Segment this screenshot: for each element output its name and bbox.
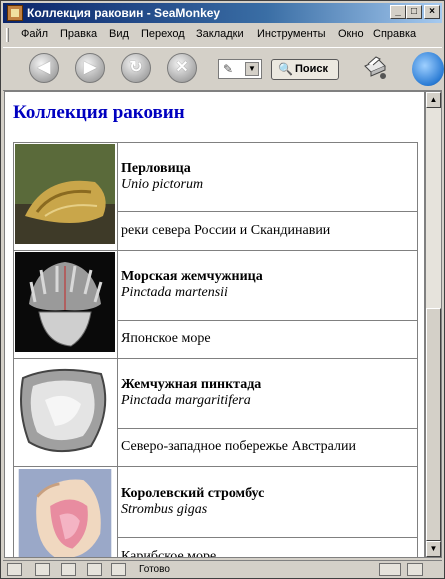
scroll-up-arrow[interactable]: ▲ — [426, 92, 441, 108]
shell-latin-name: Pinctada martensii — [121, 285, 228, 301]
browser-window: Коллекция раковин - SeaMonkey _ □ × Файл… — [0, 0, 445, 579]
pinctada-margaritifera-photo — [15, 360, 115, 460]
security-lock-icon[interactable] — [407, 563, 423, 576]
menu-window[interactable]: Окно — [338, 28, 364, 40]
page-content[interactable]: Коллекция раковин Перловица Unio pictoru… — [4, 91, 425, 558]
shell-habitat: Японское море — [117, 319, 418, 359]
unio-pictorum-photo — [15, 144, 115, 244]
scroll-down-arrow[interactable]: ▼ — [426, 541, 441, 557]
vertical-scrollbar[interactable]: ▲ ▼ — [425, 91, 442, 558]
table-row: Перловица Unio pictorum — [13, 141, 418, 251]
back-button[interactable]: ◀ — [29, 53, 59, 83]
shell-table: Перловица Unio pictorum реки севера Росс… — [13, 141, 418, 557]
reload-icon: ↻ — [129, 59, 143, 76]
search-button-label: Поиск — [295, 63, 329, 75]
shell-latin-name: Pinctada margaritifera — [121, 393, 251, 409]
menu-edit[interactable]: Правка — [60, 28, 97, 40]
composer-icon[interactable] — [87, 563, 102, 576]
shell-latin-name: Unio pictorum — [121, 177, 204, 193]
mail-icon[interactable] — [35, 563, 50, 576]
shell-photo-cell — [13, 358, 118, 467]
table-row: Жемчужная пинктада Pinctada margaritifer… — [13, 358, 418, 467]
shell-name-cell: Королевский стромбус Strombus gigas — [117, 466, 418, 538]
reload-button[interactable]: ↻ — [121, 53, 151, 83]
shell-name: Жемчужная пинктада — [121, 377, 262, 393]
menu-view[interactable]: Вид — [109, 28, 129, 40]
menu-tools[interactable]: Инструменты — [257, 28, 326, 40]
menu-bar: Файл Правка Вид Переход Закладки Инструм… — [3, 25, 442, 45]
forward-button[interactable]: ▶ — [75, 53, 105, 83]
close-button[interactable]: × — [424, 5, 440, 19]
shell-name: Королевский стромбус — [121, 486, 265, 501]
stop-x-icon: ✕ — [175, 59, 189, 76]
search-button[interactable]: 🔍 Поиск — [271, 59, 339, 80]
print-icon[interactable] — [361, 54, 387, 80]
address-book-icon[interactable] — [111, 563, 126, 576]
table-row: Королевский стромбус Strombus gigas — [13, 466, 418, 557]
strombus-gigas-photo — [18, 468, 112, 557]
shell-photo-cell — [13, 142, 118, 251]
menu-bookmarks[interactable]: Закладки — [196, 28, 244, 40]
seamonkey-throbber-icon[interactable] — [412, 52, 444, 86]
shell-name-cell: Жемчужная пинктада Pinctada margaritifer… — [117, 358, 418, 429]
back-arrow-icon: ◀ — [37, 59, 51, 76]
shell-latin-name: Strombus gigas — [121, 502, 208, 517]
shell-name-cell: Перловица Unio pictorum — [117, 141, 418, 213]
online-status-icon[interactable] — [379, 563, 401, 576]
magnifier-icon: 🔍 — [278, 62, 293, 76]
shell-habitat: Карибское море — [117, 537, 418, 557]
pinctada-martensii-photo — [15, 252, 115, 352]
shell-name: Морская жемчужница — [121, 269, 263, 285]
menu-file[interactable]: Файл — [21, 28, 48, 40]
menu-go[interactable]: Переход — [141, 28, 185, 40]
url-field[interactable]: ✎ ▼ — [218, 59, 262, 79]
navigator-icon[interactable] — [7, 563, 22, 576]
maximize-button[interactable]: □ — [406, 5, 422, 19]
menu-help[interactable]: Справка — [373, 28, 416, 40]
seamonkey-app-icon — [7, 5, 23, 21]
shell-habitat: Северо-западное побережье Австралии — [117, 427, 418, 467]
stop-button[interactable]: ✕ — [167, 53, 197, 83]
page-proxy-icon: ✎ — [223, 62, 234, 76]
status-bar: Готово — [3, 560, 442, 578]
title-bar[interactable]: Коллекция раковин - SeaMonkey _ □ × — [3, 3, 442, 23]
page-title: Коллекция раковин — [13, 102, 185, 123]
scroll-thumb[interactable] — [426, 308, 441, 541]
shell-habitat: реки севера России и Скандинавии — [117, 211, 418, 251]
chat-icon[interactable] — [61, 563, 76, 576]
menu-grip[interactable] — [6, 28, 9, 42]
shell-photo-cell — [13, 250, 118, 359]
forward-arrow-icon: ▶ — [83, 59, 97, 76]
status-text: Готово — [139, 564, 170, 575]
table-row: Морская жемчужница Pinctada martensii — [13, 250, 418, 359]
url-dropdown-button[interactable]: ▼ — [245, 62, 259, 76]
shell-name-cell: Морская жемчужница Pinctada martensii — [117, 250, 418, 321]
shell-name: Перловица — [121, 161, 191, 177]
minimize-button[interactable]: _ — [390, 5, 406, 19]
window-title: Коллекция раковин - SeaMonkey — [27, 6, 221, 20]
navigation-toolbar: ◀ ▶ ↻ ✕ ✎ ▼ 🔍 Поиск — [3, 47, 444, 91]
shell-photo-cell — [13, 466, 118, 557]
